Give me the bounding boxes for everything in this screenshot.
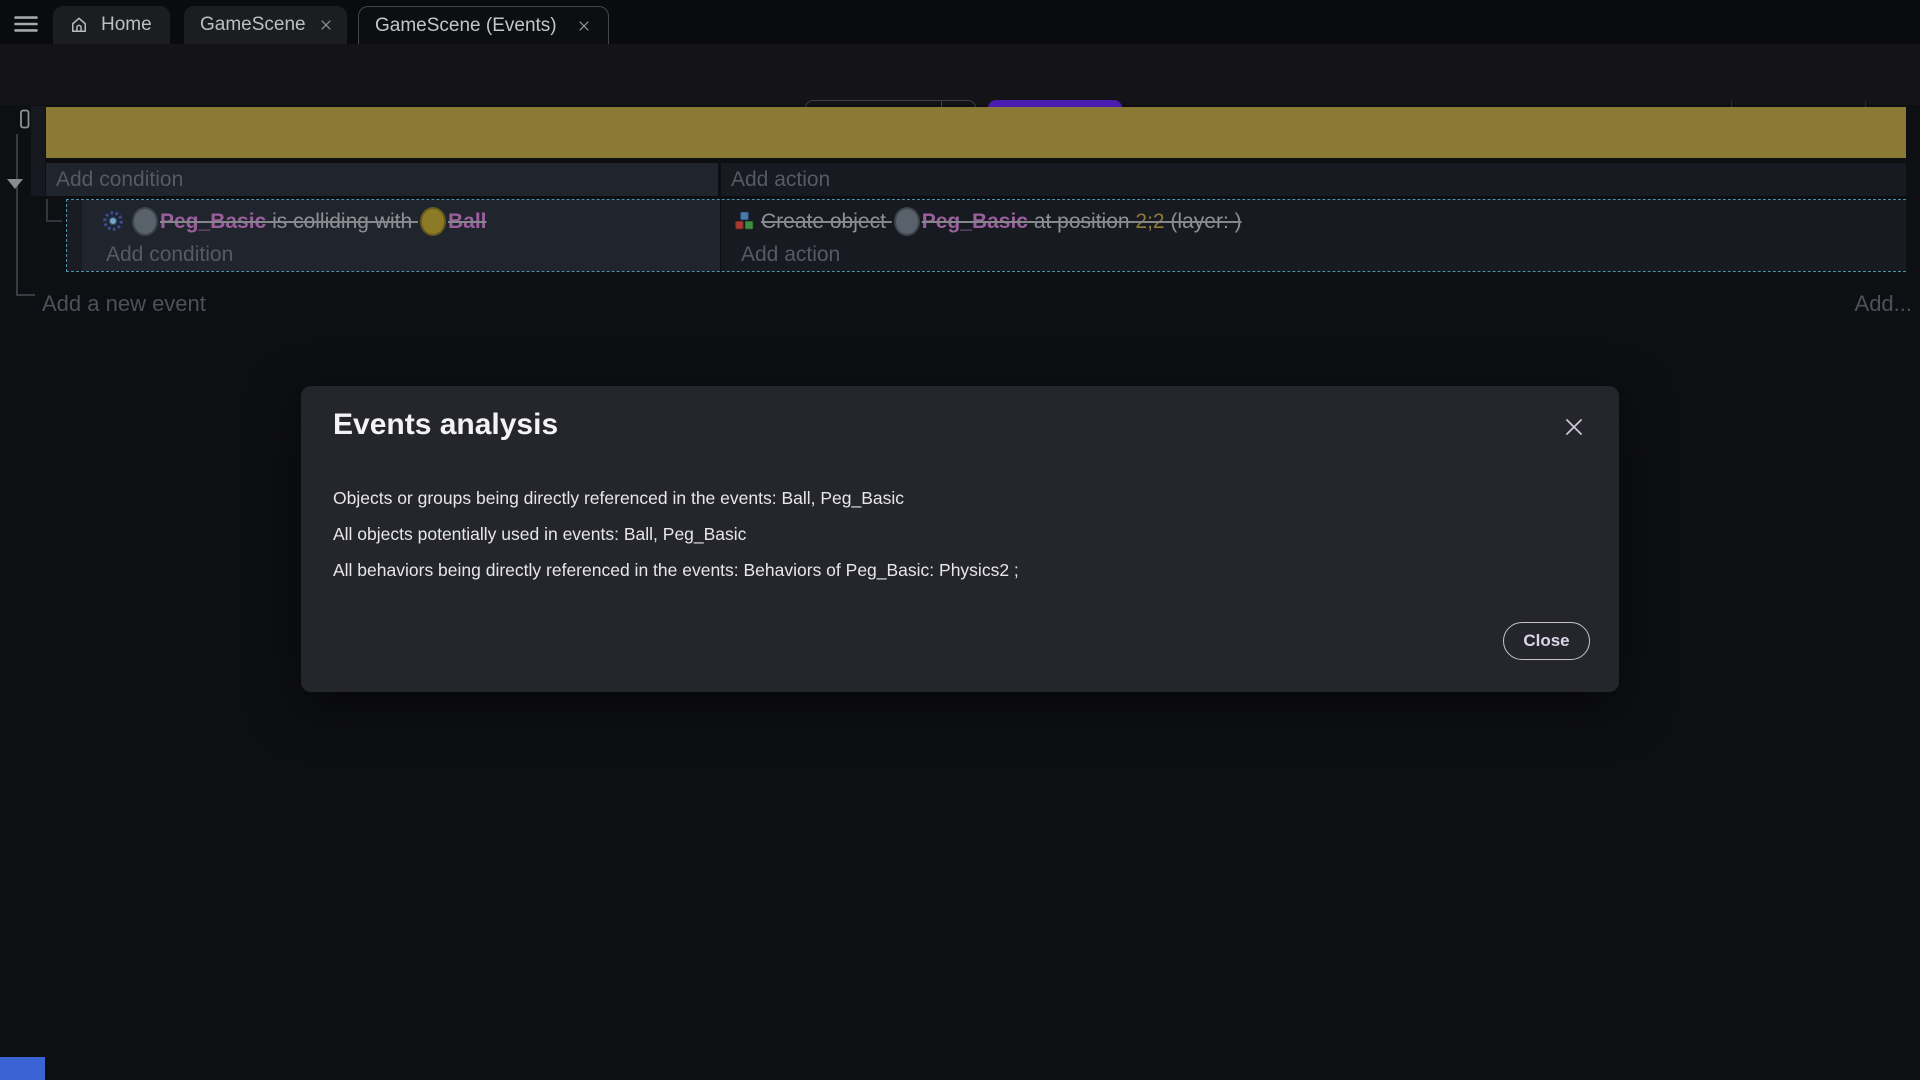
add-action-button[interactable]: Add action bbox=[731, 238, 840, 271]
analysis-line: Objects or groups being directly referen… bbox=[333, 480, 1587, 516]
physics-behavior-icon bbox=[102, 210, 124, 232]
event-conditions-cell[interactable]: Add condition bbox=[46, 163, 718, 196]
collapse-arrow-icon[interactable] bbox=[7, 179, 23, 189]
condition-text: Peg_Basic is colliding with Ball bbox=[130, 207, 486, 236]
tree-line bbox=[16, 134, 18, 295]
analysis-line: All behaviors being directly referenced … bbox=[333, 552, 1587, 588]
tree-line bbox=[46, 220, 62, 222]
tree-line bbox=[16, 294, 35, 296]
object-thumbnail-peg bbox=[894, 207, 920, 236]
tab-home[interactable]: Home bbox=[53, 6, 170, 44]
action-text: Create object Peg_Basic at position 2;2 … bbox=[761, 207, 1242, 236]
home-icon bbox=[69, 15, 89, 35]
tab-bar: Home GameScene GameScene (Events) bbox=[0, 0, 1920, 44]
event-indent-strip bbox=[67, 200, 82, 271]
event-gutter bbox=[31, 106, 45, 196]
add-new-event-button[interactable]: Add a new event bbox=[42, 291, 206, 317]
highlighted-event-block[interactable] bbox=[46, 107, 1906, 158]
close-icon[interactable] bbox=[318, 17, 334, 33]
event-actions-cell[interactable]: Create object Peg_Basic at position 2;2 … bbox=[721, 200, 1906, 271]
event-actions-cell[interactable]: Add action bbox=[721, 163, 1906, 196]
selected-event[interactable]: Peg_Basic is colliding with Ball Add con… bbox=[66, 199, 1906, 272]
close-icon bbox=[1561, 414, 1587, 440]
action-row[interactable]: Create object Peg_Basic at position 2;2 … bbox=[733, 202, 1242, 240]
tab-label: GameScene bbox=[200, 14, 306, 36]
hamburger-icon bbox=[12, 10, 40, 38]
create-object-icon bbox=[733, 210, 755, 232]
object-thumbnail-peg bbox=[132, 207, 158, 236]
dialog-close-button[interactable] bbox=[1561, 414, 1587, 440]
close-button[interactable]: Close bbox=[1503, 622, 1590, 660]
analysis-line: All objects potentially used in events: … bbox=[333, 516, 1587, 552]
tab-label: Home bbox=[101, 14, 152, 36]
events-analysis-dialog: Events analysis Objects or groups being … bbox=[301, 386, 1619, 692]
tab-gamescene-events[interactable]: GameScene (Events) bbox=[358, 6, 609, 44]
add-more-button[interactable]: Add... bbox=[1855, 291, 1912, 317]
tree-line bbox=[46, 199, 48, 222]
event-conditions-cell[interactable]: Peg_Basic is colliding with Ball Add con… bbox=[82, 200, 720, 271]
events-toolbar: Preview Publish bbox=[0, 44, 1920, 105]
gdevelop-window: Home GameScene GameScene (Events) bbox=[0, 0, 1920, 1080]
hamburger-menu-button[interactable] bbox=[12, 10, 40, 36]
close-icon[interactable] bbox=[576, 18, 592, 34]
dialog-body: Objects or groups being directly referen… bbox=[333, 480, 1587, 588]
add-condition-button[interactable]: Add condition bbox=[96, 238, 233, 271]
object-thumbnail-ball bbox=[420, 207, 446, 236]
tab-gamescene[interactable]: GameScene bbox=[184, 6, 347, 44]
add-condition-button[interactable]: Add condition bbox=[46, 163, 718, 196]
tab-label: GameScene (Events) bbox=[375, 15, 557, 37]
dialog-title: Events analysis bbox=[333, 408, 558, 442]
condition-row[interactable]: Peg_Basic is colliding with Ball bbox=[102, 202, 486, 240]
corner-notification-fragment bbox=[0, 1057, 45, 1080]
add-action-button[interactable]: Add action bbox=[721, 163, 1906, 196]
